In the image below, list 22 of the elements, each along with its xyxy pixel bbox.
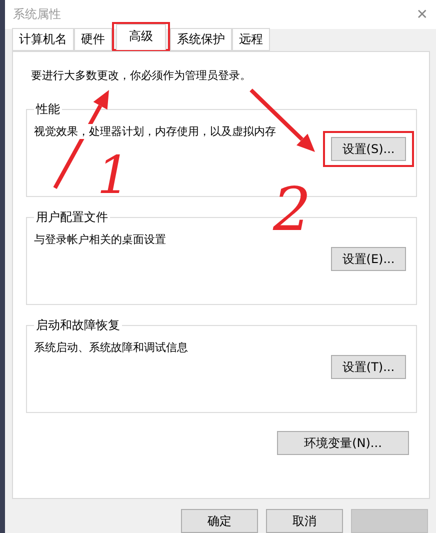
dialog-button[interactable]: 取消 bbox=[266, 509, 343, 533]
settings-button[interactable]: 设置(E)... bbox=[331, 247, 406, 271]
settings-button[interactable]: 设置(S)... bbox=[331, 137, 406, 161]
group-title: 性能 bbox=[34, 101, 61, 118]
handwritten-label: 1 bbox=[97, 150, 130, 202]
environment-variables-button[interactable]: 环境变量(N)... bbox=[277, 431, 409, 455]
admin-notice: 要进行大多数更改，你必须作为管理员登录。 bbox=[30, 68, 252, 83]
group-description: 系统启动、系统故障和调试信息 bbox=[34, 340, 188, 355]
group-description: 与登录帐户相关的桌面设置 bbox=[34, 232, 166, 247]
close-button[interactable]: ✕ bbox=[416, 6, 428, 22]
settings-button[interactable]: 设置(T)... bbox=[331, 355, 406, 379]
group-title: 用户配置文件 bbox=[35, 209, 109, 226]
dialog-button[interactable]: 确定 bbox=[181, 509, 258, 533]
tab[interactable]: 高级 bbox=[116, 24, 166, 50]
handwritten-label: 2 bbox=[273, 180, 312, 240]
tab[interactable]: 系统保护 bbox=[170, 28, 232, 51]
window-title: 系统属性 bbox=[13, 6, 61, 23]
tab[interactable]: 计算机名 bbox=[12, 28, 74, 51]
group-title: 启动和故障恢复 bbox=[35, 317, 121, 334]
tab[interactable]: 远程 bbox=[232, 28, 270, 51]
group-description: 视觉效果，处理器计划，内存使用，以及虚拟内存 bbox=[34, 124, 276, 139]
tab[interactable]: 硬件 bbox=[74, 28, 112, 51]
